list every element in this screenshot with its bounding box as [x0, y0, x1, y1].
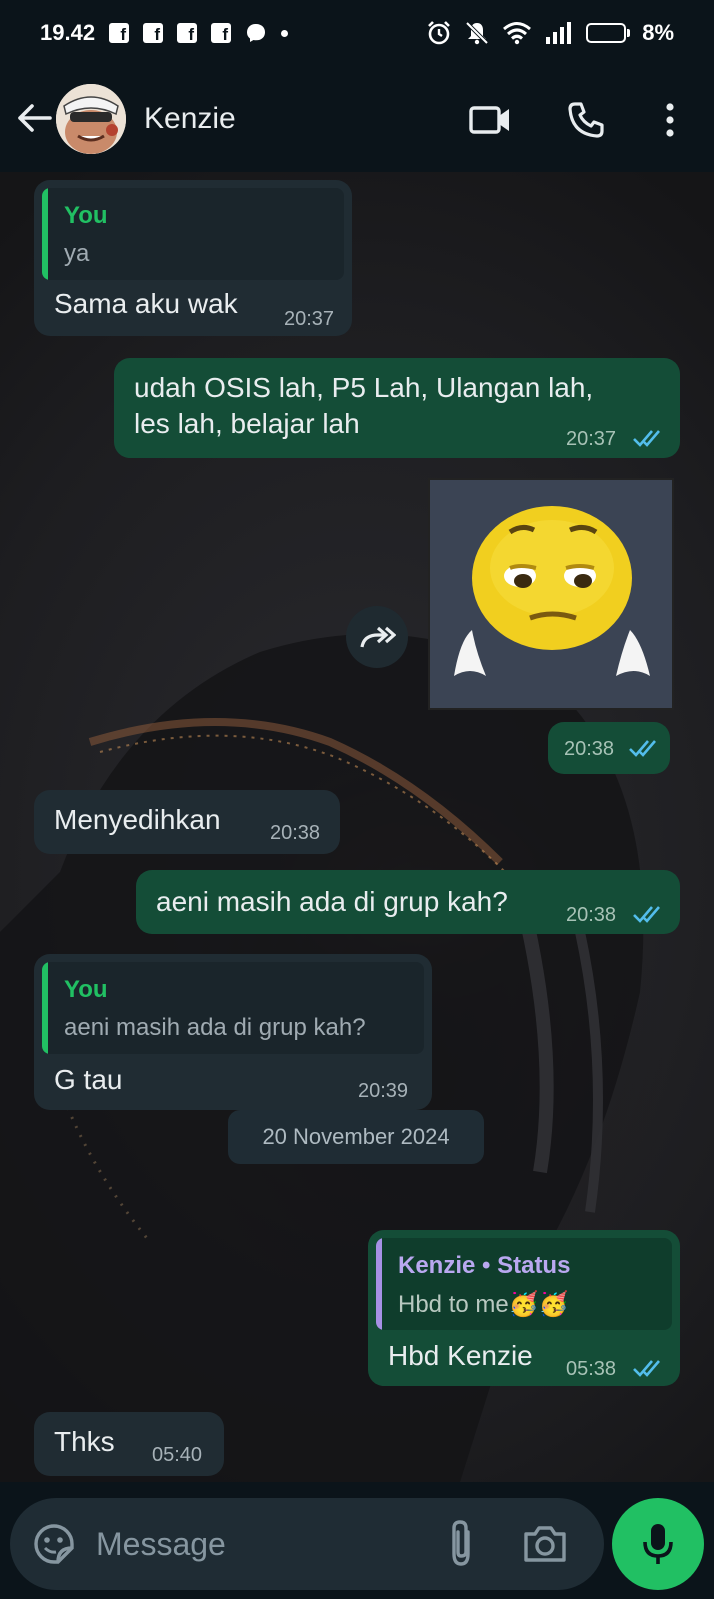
facebook-icon: f [109, 23, 130, 43]
quoted-message[interactable]: You aeni masih ada di grup kah? [42, 962, 424, 1054]
message-text: Menyedihkan [54, 804, 221, 835]
signal-icon [546, 22, 572, 44]
facebook-icon: f [143, 23, 164, 43]
avatar[interactable] [56, 84, 126, 154]
quote-author: Kenzie • Status [398, 1252, 571, 1279]
read-ticks-icon [629, 740, 656, 757]
alarm-icon [428, 21, 451, 45]
message-time: 20:39 [358, 1080, 409, 1102]
message-incoming[interactable]: You ya Sama aku wak 20:37 [34, 180, 352, 336]
read-ticks-icon [633, 906, 660, 923]
message-time: 20:37 [566, 428, 617, 450]
sticker-timestamp: 20:38 [548, 722, 670, 774]
message-list[interactable]: You ya Sama aku wak 20:37 udah OSIS lah,… [0, 172, 714, 1482]
contact-name[interactable]: Kenzie [144, 102, 236, 136]
message-incoming[interactable]: Thks 05:40 [34, 1412, 224, 1476]
camera-icon[interactable] [522, 1522, 568, 1564]
whatsapp-chat-screen: 19.42 f f f f 8% Kenzie You ya Sama aku … [0, 0, 714, 1599]
dot-icon [281, 29, 289, 37]
back-arrow-icon[interactable] [14, 98, 54, 138]
message-outgoing[interactable]: udah OSIS lah, P5 Lah, Ulangan lah, les … [114, 358, 680, 458]
facebook-icon: f [177, 23, 198, 43]
message-time: 20:38 [270, 822, 321, 844]
battery-icon [586, 23, 631, 43]
sad-emoji-sticker[interactable] [428, 478, 674, 710]
quoted-message[interactable]: You ya [42, 188, 344, 280]
mute-icon [465, 21, 489, 45]
chat-header: Kenzie [0, 66, 714, 172]
message-time: 05:40 [152, 1444, 203, 1466]
phone-icon[interactable] [562, 96, 610, 144]
mic-button[interactable] [612, 1498, 704, 1590]
message-text: Hbd Kenzie [388, 1340, 533, 1371]
date-separator: 20 November 2024 [228, 1110, 484, 1164]
status-bar: 19.42 f f f f 8% [0, 0, 714, 66]
quote-author: You [64, 202, 108, 229]
message-time: 20:37 [284, 308, 335, 330]
facebook-icon: f [211, 23, 232, 43]
status-time: 19.42 [40, 20, 96, 45]
message-text-line2: les lah, belajar lah [134, 408, 360, 439]
message-outgoing[interactable]: Kenzie • Status Hbd to me🥳🥳 Hbd Kenzie 0… [368, 1230, 680, 1386]
message-text: aeni masih ada di grup kah? [156, 886, 508, 917]
mic-icon [643, 1524, 673, 1564]
quote-text: aeni masih ada di grup kah? [64, 1014, 366, 1041]
message-time: 20:38 [566, 904, 617, 926]
forward-button[interactable] [346, 606, 408, 668]
quote-text: ya [64, 240, 90, 267]
message-text: Thks [54, 1426, 115, 1457]
quoted-status[interactable]: Kenzie • Status Hbd to me🥳🥳 [376, 1238, 672, 1330]
message-composer[interactable]: Message [10, 1498, 604, 1590]
read-ticks-icon [633, 430, 660, 447]
battery-percent: 8% [642, 20, 674, 45]
message-time: 20:38 [564, 738, 615, 760]
message-text: G tau [54, 1064, 123, 1095]
message-text: Sama aku wak [54, 288, 238, 319]
messenger-icon [247, 24, 266, 42]
emoji-sticker-icon[interactable] [32, 1522, 76, 1566]
video-call-icon[interactable] [466, 96, 514, 144]
message-incoming[interactable]: Menyedihkan 20:38 [34, 790, 340, 854]
message-outgoing[interactable]: aeni masih ada di grup kah? 20:38 [136, 870, 680, 934]
message-incoming[interactable]: You aeni masih ada di grup kah? G tau 20… [34, 954, 432, 1110]
message-input[interactable]: Message [96, 1526, 226, 1563]
message-time: 05:38 [566, 1358, 617, 1380]
read-ticks-icon [633, 1360, 660, 1377]
more-vert-icon[interactable] [646, 96, 694, 144]
wifi-icon [503, 22, 532, 45]
quote-author: You [64, 976, 108, 1003]
message-text-line1: udah OSIS lah, P5 Lah, Ulangan lah, [134, 372, 594, 403]
quote-text: Hbd to me🥳🥳 [398, 1291, 569, 1318]
attach-icon[interactable] [444, 1518, 478, 1568]
